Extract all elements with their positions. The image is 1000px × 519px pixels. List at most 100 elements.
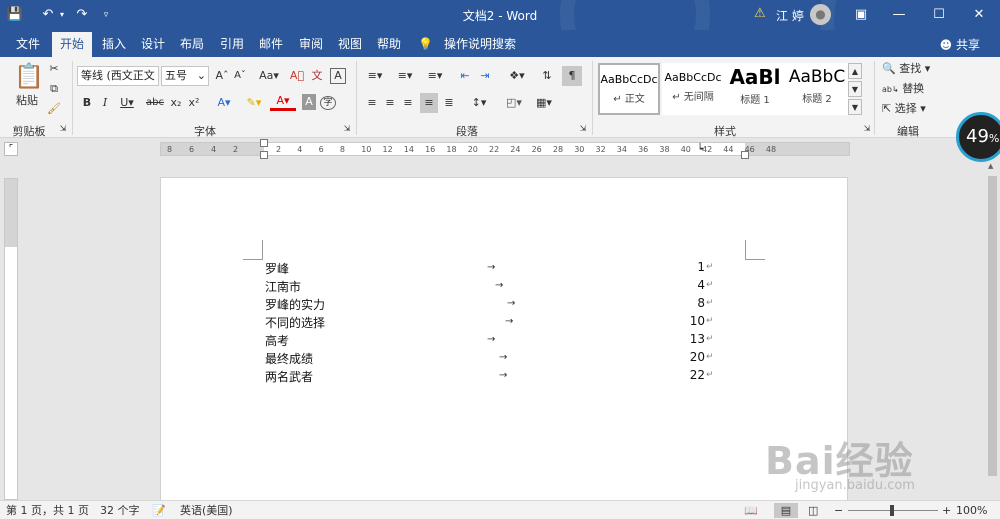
zoom-in-icon[interactable]: + [942,503,951,518]
vertical-ruler[interactable] [4,178,18,500]
zoom-out-icon[interactable]: − [834,503,843,518]
tab-layout[interactable]: 布局 [172,32,212,57]
subscript-button[interactable]: x₂ [168,93,184,113]
maximize-icon[interactable]: ☐ [920,0,958,30]
scroll-up-icon[interactable]: ▲ [988,162,993,170]
dialog-launcher-icon[interactable]: ⇲ [862,123,872,135]
horizontal-ruler[interactable]: 8 6 4 2 2 4 6 8 10 12 14 16 18 20 22 24 26 28 30 32 34 36 38 40… [160,139,850,159]
shrink-font-icon[interactable]: Aˇ [232,66,248,86]
tab-file[interactable]: 文件 [8,32,48,57]
increase-indent-icon[interactable]: ⇥ [476,66,494,86]
tab-mailings[interactable]: 邮件 [251,32,291,57]
dialog-launcher-icon[interactable]: ⇲ [58,123,68,135]
dialog-launcher-icon[interactable]: ⇲ [578,123,588,135]
align-center-icon[interactable]: ≡ [382,93,398,113]
font-color-icon[interactable]: A▾ [270,93,296,111]
tab-help[interactable]: 帮助 [369,32,409,57]
borders-icon[interactable]: ▦▾ [530,93,558,113]
style-heading-1[interactable]: AaBl 标题 1 [724,63,786,115]
cut-icon[interactable]: ✂ [46,59,62,79]
tab-view[interactable]: 视图 [330,32,370,57]
scrollbar-thumb[interactable] [988,176,997,476]
tab-insert[interactable]: 插入 [94,32,134,57]
document-page[interactable]: 罗峰 → 1 ↵ 江南市 → 4 ↵ 罗峰的实力 → 8 ↵ 不同的选择 → 10 ↵ 高考 → 13 ↵ 最终成绩 → 2… [160,177,848,507]
tab-home[interactable]: 开始 [52,32,93,57]
line-spacing-icon[interactable]: ↕▾ [466,93,492,113]
page-count[interactable]: 第 1 页，共 1 页 [6,503,89,518]
customize-toolbar-icon[interactable]: ▿ [96,6,116,24]
change-case-button[interactable]: Aa▾ [256,66,282,86]
warning-icon[interactable]: ⚠ [754,6,770,22]
character-shading-icon[interactable]: A [302,94,316,110]
language[interactable]: 英语(美国) [180,503,233,518]
zoom-level[interactable]: 100% [956,503,987,518]
styles-scroll-down-icon[interactable]: ▼ [848,81,862,97]
select-button[interactable]: ⇱ 选择 ▾ [882,99,938,119]
strikethrough-button[interactable]: abc [144,93,166,113]
tab-design[interactable]: 设计 [133,32,173,57]
bold-button[interactable]: B [80,93,94,113]
avatar[interactable]: ● [810,4,831,25]
numbering-icon[interactable]: ≡▾ [392,66,418,86]
format-painter-icon[interactable]: 🖌 [46,99,62,119]
highlight-icon[interactable]: ✎▾ [240,93,268,113]
grow-font-icon[interactable]: Aˆ [214,66,230,86]
ribbon-display-icon[interactable]: ▣ [842,0,880,30]
replace-button[interactable]: ab↳ 替换 [882,79,938,99]
multilevel-list-icon[interactable]: ≡▾ [422,66,448,86]
align-right-icon[interactable]: ≡ [400,93,416,113]
underline-button[interactable]: U▾ [116,93,138,113]
redo-icon[interactable]: ↷ [72,6,92,24]
tell-me-search[interactable]: 操作说明搜索 [436,32,524,57]
paste-button[interactable]: 粘贴 [10,91,44,111]
styles-more-icon[interactable]: ▼ [848,99,862,115]
phonetic-guide-icon[interactable]: 文 [308,66,326,86]
left-indent-marker[interactable] [260,151,268,159]
web-layout-icon[interactable]: ◫ [808,503,818,518]
italic-button[interactable]: I [98,93,112,113]
bullets-icon[interactable]: ≡▾ [362,66,388,86]
style-no-spacing[interactable]: AaBbCcDc ↵ 无间隔 [662,63,724,115]
proofing-icon[interactable]: 📝 [152,503,166,518]
user-name[interactable]: 江 婷 [776,7,804,24]
text-effects-icon[interactable]: A▾ [212,93,236,113]
paste-icon[interactable]: 📋 [14,61,44,91]
show-marks-icon[interactable]: ¶ [562,66,582,86]
justify-icon[interactable]: ≡ [420,93,438,113]
right-indent-marker[interactable] [741,151,749,159]
tab-selector-icon[interactable]: ⌜ [4,142,18,156]
save-icon[interactable]: 💾 [5,6,25,24]
read-mode-icon[interactable]: 📖 [744,503,758,518]
style-heading-2[interactable]: AaBbC 标题 2 [786,63,848,115]
clear-formatting-icon[interactable]: A⃣ [288,66,306,86]
styles-scroll-up-icon[interactable]: ▲ [848,63,862,79]
minimize-icon[interactable]: — [880,0,918,30]
distributed-icon[interactable]: ≣ [440,93,458,113]
close-icon[interactable]: ✕ [960,0,998,30]
undo-dropdown-icon[interactable]: ▾ [56,6,68,24]
font-name-combo[interactable]: 等线 (西文正文 [77,66,159,86]
zoom-slider-thumb[interactable] [890,505,894,516]
undo-icon[interactable]: ↶ [38,6,58,24]
find-button[interactable]: 🔍 查找 ▾ [882,59,938,79]
decrease-indent-icon[interactable]: ⇤ [456,66,474,86]
dialog-launcher-icon[interactable]: ⇲ [342,123,352,135]
share-button[interactable]: ☻ 共享 [940,36,980,53]
tab-stop-marker[interactable]: ┕ [697,144,703,155]
first-line-indent-marker[interactable] [260,139,268,147]
enclose-character-icon[interactable]: 字 [320,96,336,110]
tab-references[interactable]: 引用 [212,32,252,57]
align-left-icon[interactable]: ≡ [364,93,380,113]
copy-icon[interactable]: ⧉ [46,79,62,99]
sort-icon[interactable]: ⇅ [538,66,556,86]
superscript-button[interactable]: x² [186,93,202,113]
style-normal[interactable]: AaBbCcDc ↵ 正文 [598,63,660,115]
vertical-scrollbar[interactable]: ▲ [985,160,1000,500]
print-layout-icon[interactable]: ▤ [774,503,798,518]
shading-icon[interactable]: ◰▾ [500,93,528,113]
word-count[interactable]: 32 个字 [100,503,140,518]
character-border-icon[interactable]: A [330,68,346,84]
chinese-layout-icon[interactable]: ❖▾ [504,66,530,86]
tab-review[interactable]: 审阅 [291,32,331,57]
font-size-combo[interactable]: 五号 ⌄ [161,66,209,86]
